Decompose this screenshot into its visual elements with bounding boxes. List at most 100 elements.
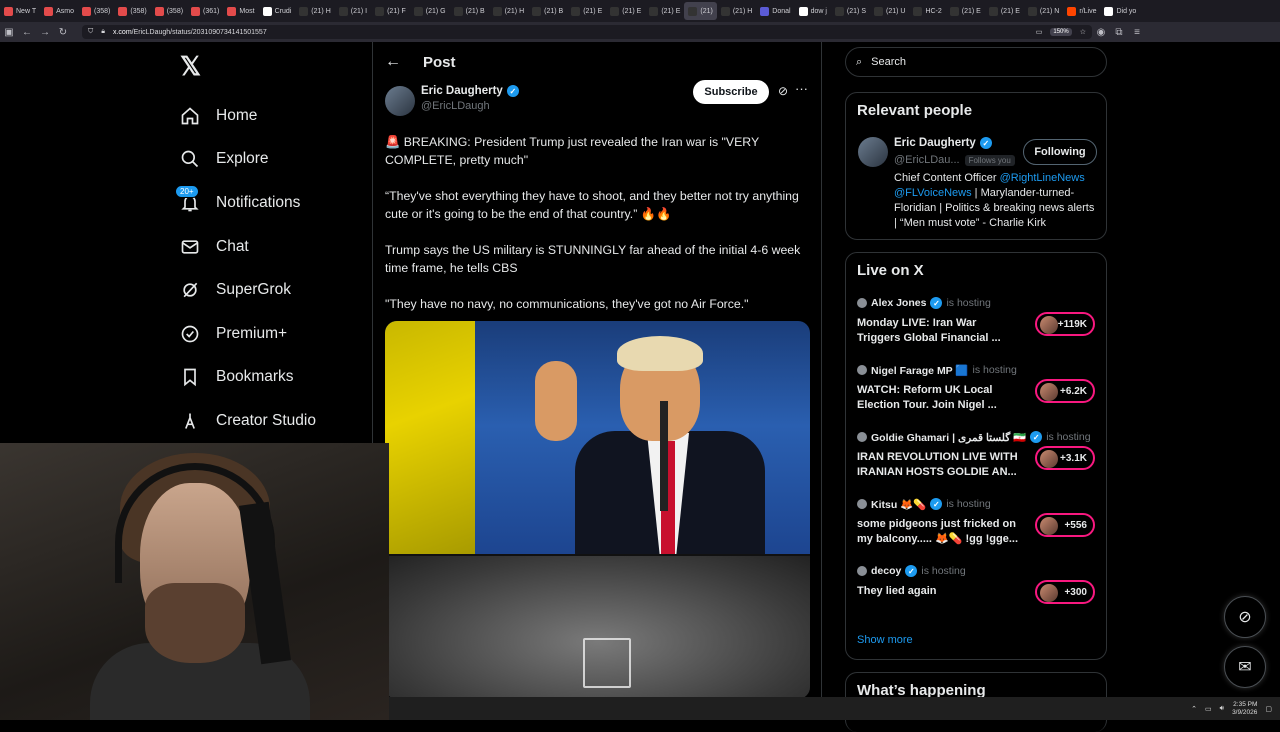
nav-chat[interactable]: Chat (175, 225, 370, 269)
browser-tab[interactable]: dow j (795, 2, 831, 20)
live-item[interactable]: Alex Jones ✓ is hosting Monday LIVE: Iran … (857, 295, 1097, 357)
search-input[interactable] (869, 55, 1070, 69)
browser-tab[interactable]: Crudi (259, 2, 296, 20)
notification-center-icon[interactable]: ▢ (1265, 705, 1272, 713)
browser-tab[interactable]: Asmo (40, 2, 78, 20)
live-item[interactable]: Nigel Farage MP 🟦 is hosting WATCH: Refor… (857, 362, 1097, 424)
browser-tab[interactable]: (361) (187, 2, 223, 20)
nav-home[interactable]: Home (175, 94, 370, 138)
live-item[interactable]: Goldie Ghamari | گلستا قمری 🇮🇷 ✓ is hostin… (857, 429, 1097, 491)
browser-tab[interactable]: New T (0, 2, 40, 20)
nav-bookmarks[interactable]: Bookmarks (175, 356, 370, 400)
extensions-icon[interactable]: ⧉ (1110, 27, 1128, 38)
browser-tab[interactable]: (21) H (489, 2, 528, 20)
browser-tab[interactable]: Did yo (1100, 2, 1140, 20)
address-bar[interactable]: ⛉ 🔒︎ x.com/EricLDaugh/status/20310907341… (82, 25, 1092, 39)
browser-tab[interactable]: (21) S (831, 2, 870, 20)
browser-tab[interactable]: (21) B (450, 2, 489, 20)
browser-tab[interactable]: Donal (756, 2, 794, 20)
browser-tab[interactable]: (21) B (528, 2, 567, 20)
live-listener-pill[interactable]: +6.2K (1035, 379, 1095, 403)
targeting-reticle (583, 638, 631, 688)
back-arrow-icon[interactable]: ← (385, 53, 401, 71)
browser-tab[interactable]: HC-2 (909, 2, 945, 20)
browser-tab[interactable]: Most (223, 2, 258, 20)
relevant-avatar[interactable] (858, 137, 888, 167)
nav-premium[interactable]: Premium+ (175, 312, 370, 356)
browser-tab[interactable]: r/Live (1063, 2, 1100, 20)
live-listener-pill[interactable]: +556 (1035, 513, 1095, 537)
x-logo[interactable]: 𝕏 (180, 51, 370, 82)
following-button[interactable]: Following (1023, 139, 1097, 165)
post-image-speaker[interactable] (385, 321, 810, 554)
browser-tab[interactable]: (21) G (410, 2, 450, 20)
nav-supergrok[interactable]: SuperGrok (175, 268, 370, 312)
live-listener-pill[interactable]: +3.1K (1035, 446, 1095, 470)
premium-icon (181, 325, 199, 343)
post-author-row: Eric Daugherty ✓ @EricLDaugh Subscribe ⊘… (373, 80, 821, 120)
tab-label: (361) (203, 7, 220, 15)
post-image-aerial[interactable] (385, 556, 810, 699)
browser-tab[interactable]: (21) U (870, 2, 909, 20)
messages-fab[interactable]: ✉ (1224, 646, 1266, 688)
post-media[interactable] (385, 321, 810, 699)
browser-tab[interactable]: (21) H (717, 2, 756, 20)
more-options-icon[interactable]: ··· (795, 81, 808, 96)
browser-tab[interactable]: (21) E (645, 2, 684, 20)
grok-fab[interactable]: ⊘ (1224, 596, 1266, 638)
tab-label: (21) E (1000, 7, 1020, 15)
taskbar-clock[interactable]: 2:35 PM 3/9/2026 (1232, 701, 1257, 717)
browser-tab[interactable]: (21) E (567, 2, 606, 20)
browser-tab[interactable]: (358) (78, 2, 114, 20)
browser-tab[interactable]: (358) (151, 2, 187, 20)
subscribe-button[interactable]: Subscribe (693, 80, 769, 104)
tray-chevron-icon[interactable]: ⌃ (1191, 705, 1197, 713)
forward-arrow-icon[interactable]: → (36, 27, 54, 38)
tab-label: r/Live (1079, 7, 1097, 15)
live-item[interactable]: decoy ✓ is hosting They lied again +300 (857, 563, 1097, 625)
menu-icon[interactable]: ≡ (1128, 27, 1146, 38)
verified-badge-icon: ✓ (905, 565, 918, 577)
grok-icon[interactable]: ⊘ (778, 84, 788, 98)
relevant-bio: Chief Content Officer @RightLineNews @FL… (894, 171, 1099, 231)
live-listener-pill[interactable]: +119K (1035, 312, 1095, 336)
author-handle[interactable]: @EricLDaugh (421, 100, 490, 112)
browser-tab[interactable]: (21) N (1024, 2, 1063, 20)
browser-tab[interactable]: (21) H (295, 2, 334, 20)
relevant-name[interactable]: Eric Daugherty ✓ (894, 137, 992, 149)
back-arrow-icon[interactable]: ← (18, 27, 36, 38)
reload-icon[interactable]: ↻ (54, 27, 72, 38)
live-item[interactable]: Kitsu 🦊💊 ✓ is hosting some pidgeons just f… (857, 496, 1097, 558)
bio-mention[interactable]: @RightLineNews (1000, 172, 1085, 184)
url-host: x.com (112, 28, 132, 36)
account-icon[interactable]: ◉ (1092, 27, 1110, 38)
browser-tab[interactable]: (21) E (606, 2, 645, 20)
relevant-handle[interactable]: @EricLDau... (894, 154, 960, 166)
nav-explore[interactable]: Explore (175, 138, 370, 182)
sidebar-toggle-icon[interactable]: ▣ (0, 27, 18, 38)
volume-icon[interactable]: 🔊︎ (1220, 705, 1224, 713)
search-field[interactable]: ⌕ (845, 47, 1107, 77)
bio-text: Chief Content Officer (894, 172, 1000, 184)
browser-tab[interactable]: (21) F (371, 2, 410, 20)
live-listener-pill[interactable]: +300 (1035, 580, 1095, 604)
zoom-level[interactable]: 150% (1050, 28, 1072, 36)
live-on-x-card: Live on X Alex Jones ✓ is hosting Monday L… (845, 252, 1107, 660)
browser-tab[interactable]: (358) (114, 2, 150, 20)
browser-tab[interactable]: (21) I (335, 2, 371, 20)
reader-icon[interactable]: ▭ (1036, 28, 1043, 36)
nav-notifications[interactable]: 20+ Notifications (175, 181, 370, 225)
listener-count: +300 (1064, 586, 1087, 598)
nav-creator-studio[interactable]: Creator Studio (175, 399, 370, 443)
network-icon[interactable]: ▭ (1205, 705, 1212, 713)
tab-label: Crudi (274, 7, 292, 15)
browser-tab[interactable]: (21) (684, 2, 717, 20)
author-name[interactable]: Eric Daugherty ✓ (421, 85, 519, 97)
author-avatar[interactable] (385, 86, 415, 116)
browser-tab[interactable]: (21) E (985, 2, 1024, 20)
bio-mention[interactable]: @FLVoiceNews (894, 187, 972, 199)
browser-tab[interactable]: (21) E (946, 2, 985, 20)
show-more-link[interactable]: Show more (857, 634, 913, 646)
bookmark-star-icon[interactable]: ☆ (1080, 28, 1086, 36)
verified-badge-icon: ✓ (930, 297, 943, 309)
